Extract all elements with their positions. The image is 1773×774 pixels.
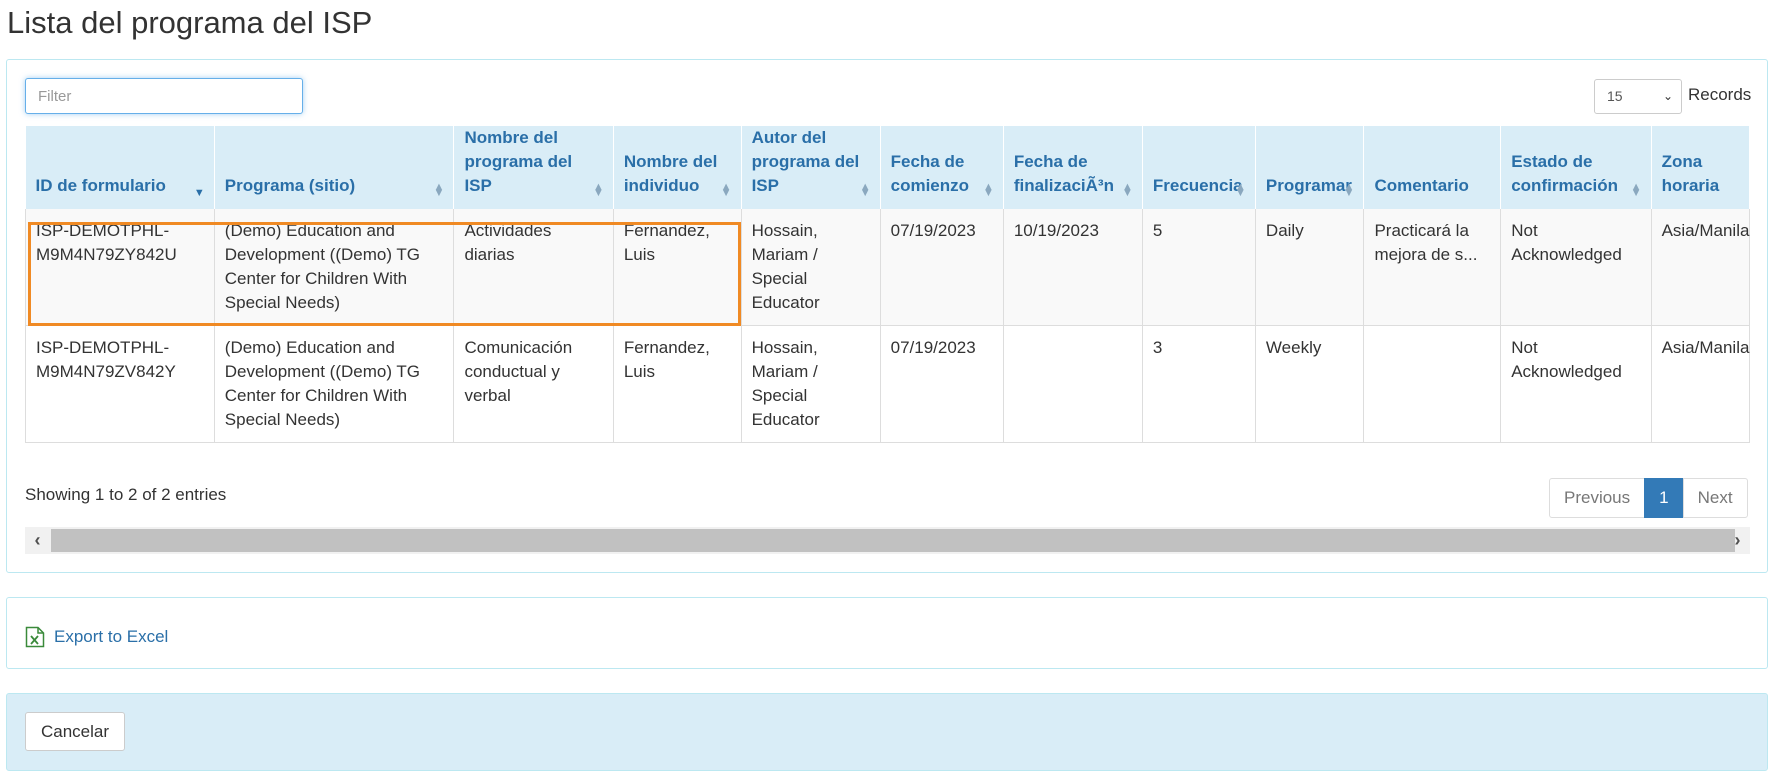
sort-icon: ▲ ▼	[720, 181, 732, 199]
previous-page-button[interactable]: Previous	[1549, 478, 1646, 518]
scrollbar-thumb[interactable]	[51, 529, 1735, 552]
cell-status: Not Acknowledged	[1500, 325, 1652, 443]
scroll-right-icon[interactable]: ›	[1725, 527, 1750, 554]
cell-form-id: ISP-DEMOTPHL-M9M4N79ZV842Y	[25, 325, 215, 443]
column-header-schedule[interactable]: Programar ▲ ▼	[1255, 126, 1365, 209]
cell-end-date: 10/19/2023	[1003, 209, 1143, 326]
cell-start-date: 07/19/2023	[880, 325, 1004, 443]
table-header-row: ID de formulario ▼ Programa (sitio) ▲ ▼ Nom…	[25, 126, 1751, 209]
table-row[interactable]: ISP-DEMOTPHL-M9M4N79ZY842U (Demo) Educat…	[25, 209, 1751, 326]
cell-form-id: ISP-DEMOTPHL-M9M4N79ZY842U	[25, 209, 215, 326]
sort-icon: ▲ ▼	[859, 181, 871, 199]
records-selected-value: 15	[1607, 88, 1623, 104]
cell-schedule: Weekly	[1255, 325, 1365, 443]
column-header-individual[interactable]: Nombre del individuo ▲ ▼	[613, 126, 742, 209]
cell-timezone: Asia/Manila	[1651, 325, 1751, 443]
sort-icon: ▲ ▼	[1121, 181, 1133, 199]
column-header-end-date[interactable]: Fecha de finalizaciÃ³n ▲ ▼	[1003, 126, 1143, 209]
page-1-button[interactable]: 1	[1644, 478, 1684, 518]
cell-schedule: Daily	[1255, 209, 1365, 326]
sort-desc-icon: ▼	[193, 187, 205, 199]
sort-icon: ▲ ▼	[1235, 181, 1246, 199]
cell-comment: Practicará la mejora de s...	[1363, 209, 1502, 326]
column-header-program[interactable]: Programa (sitio) ▲ ▼	[214, 126, 455, 209]
horizontal-scrollbar[interactable]: ‹ ›	[25, 527, 1750, 554]
column-header-isp-name[interactable]: Nombre del programa del ISP ▲ ▼	[453, 126, 614, 209]
chevron-down-icon: ⌄	[1662, 89, 1673, 103]
column-header-comment: Comentario	[1363, 126, 1502, 209]
export-label: Export to Excel	[54, 627, 169, 646]
sort-icon: ▲ ▼	[982, 181, 994, 199]
table-row[interactable]: ISP-DEMOTPHL-M9M4N79ZV842Y (Demo) Educat…	[25, 325, 1751, 443]
cell-isp-name: Actividades diarias	[453, 209, 614, 326]
export-panel	[6, 597, 1768, 669]
column-header-status[interactable]: Estado de confirmación ▲ ▼	[1500, 126, 1652, 209]
cell-isp-name: Comunicación conductual y verbal	[453, 325, 614, 443]
cell-program: (Demo) Education and Development ((Demo)…	[214, 209, 455, 326]
cell-end-date	[1003, 325, 1143, 443]
excel-file-icon	[25, 626, 45, 648]
cell-individual: Fernandez, Luis	[613, 209, 742, 326]
cell-start-date: 07/19/2023	[880, 209, 1004, 326]
sort-icon: ▲ ▼	[1630, 181, 1642, 199]
column-header-frequency[interactable]: Frecuencia ▲ ▼	[1142, 126, 1256, 209]
column-header-start-date[interactable]: Fecha de comienzo ▲ ▼	[880, 126, 1004, 209]
page-title: Lista del programa del ISP	[7, 5, 373, 40]
scroll-left-icon[interactable]: ‹	[25, 527, 50, 554]
sort-icon: ▲ ▼	[592, 181, 604, 199]
cell-program: (Demo) Education and Development ((Demo)…	[214, 325, 455, 443]
column-header-author[interactable]: Autor del programa del ISP ▲ ▼	[741, 126, 881, 209]
table-info-text: Showing 1 to 2 of 2 entries	[25, 485, 227, 504]
records-label: Records	[1688, 85, 1752, 104]
sort-icon: ▲ ▼	[1343, 181, 1355, 199]
filter-input[interactable]	[25, 78, 303, 114]
cell-timezone: Asia/Manila	[1651, 209, 1751, 326]
cell-frequency: 3	[1142, 325, 1256, 443]
column-header-form-id[interactable]: ID de formulario ▼	[25, 126, 215, 209]
pagination: Previous 1 Next	[1549, 478, 1748, 518]
next-page-button[interactable]: Next	[1682, 478, 1748, 518]
cell-frequency: 5	[1142, 209, 1256, 326]
cell-status: Not Acknowledged	[1500, 209, 1652, 326]
cell-author: Hossain, Mariam / Special Educator	[741, 209, 881, 326]
cell-author: Hossain, Mariam / Special Educator	[741, 325, 881, 443]
footer-panel	[6, 693, 1768, 771]
column-header-timezone: Zona horaria	[1651, 126, 1751, 209]
sort-icon: ▲ ▼	[433, 181, 445, 199]
records-per-page-select[interactable]: 15 ⌄	[1594, 79, 1682, 114]
isp-program-table: ID de formulario ▼ Programa (sitio) ▲ ▼ Nom…	[25, 126, 1751, 443]
export-to-excel-link[interactable]: Export to Excel	[25, 626, 168, 648]
cell-individual: Fernandez, Luis	[613, 325, 742, 443]
cancel-button[interactable]: Cancelar	[25, 712, 126, 751]
cell-comment	[1363, 325, 1502, 443]
